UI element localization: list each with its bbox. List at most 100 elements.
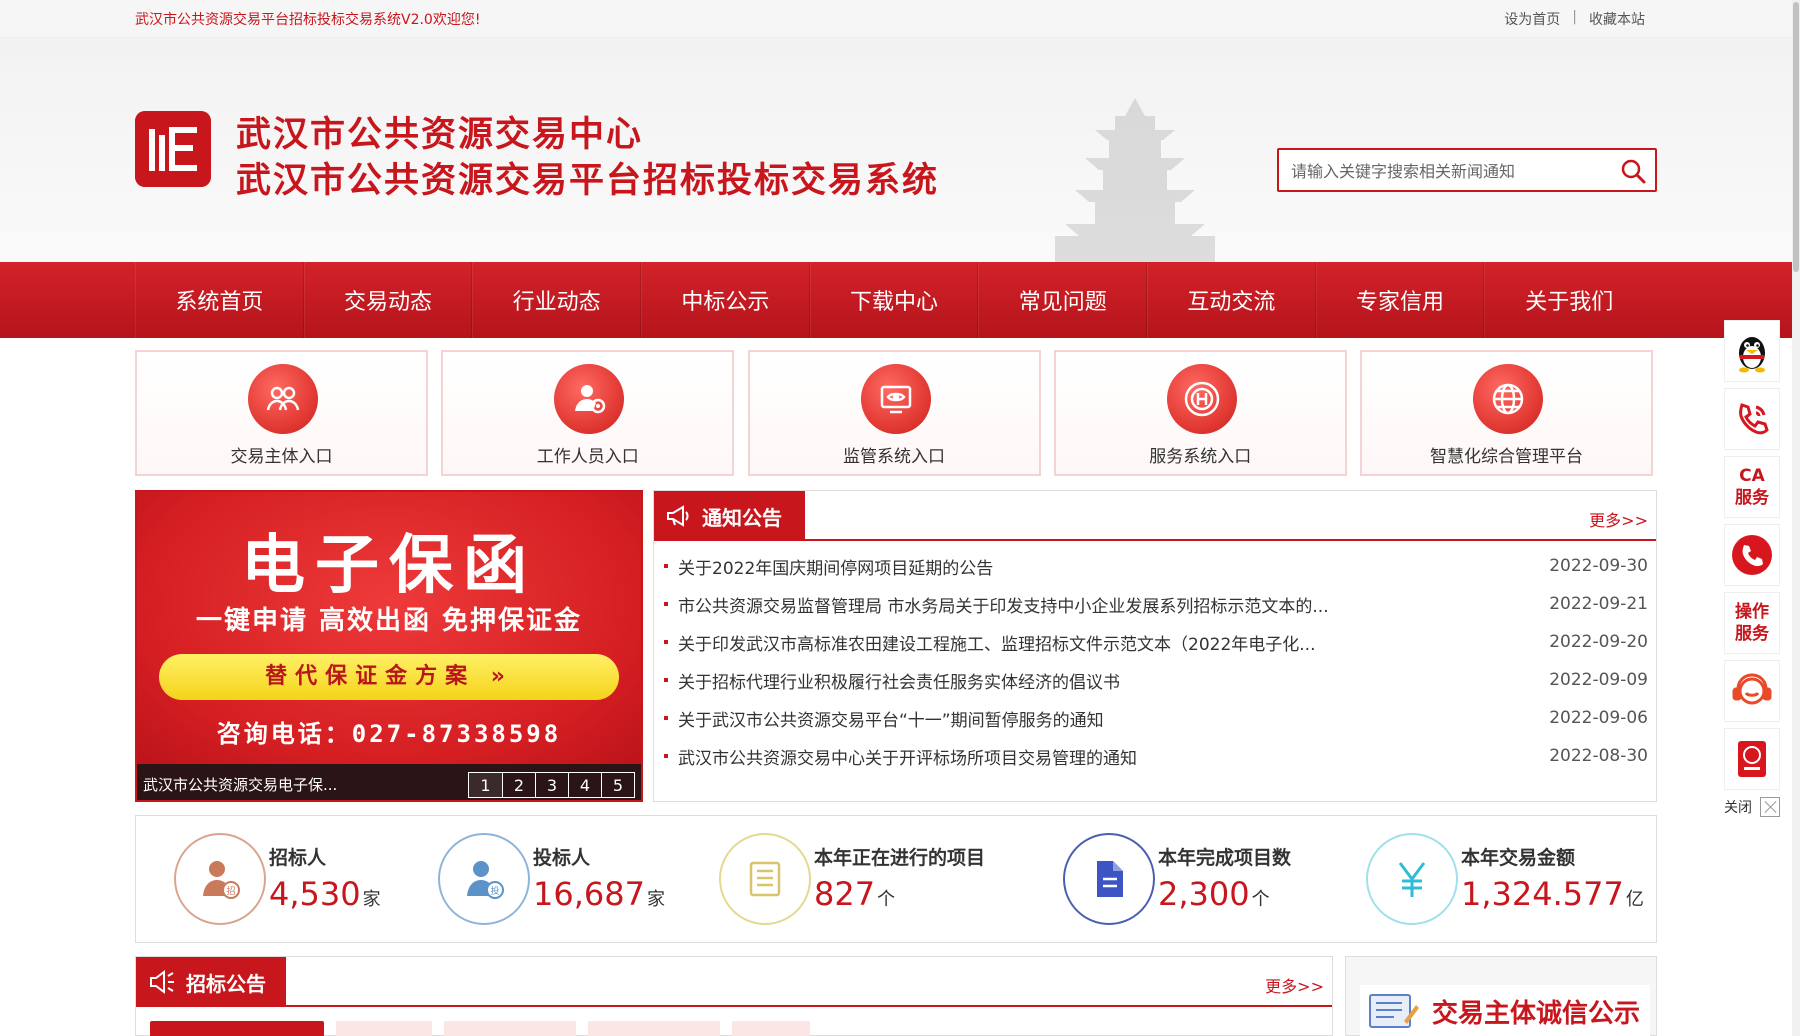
- search-icon[interactable]: [1619, 157, 1647, 185]
- nav-item-about[interactable]: 关于我们: [1484, 262, 1653, 338]
- bidding-subtab[interactable]: [732, 1021, 810, 1036]
- pager-button-2[interactable]: 2: [502, 773, 535, 797]
- stat-value-wrap: 1,324.577 亿: [1461, 875, 1644, 913]
- notice-date: 2022-09-06: [1549, 708, 1648, 728]
- banner-phone: 咨询电话：027-87338598: [216, 720, 562, 748]
- notice-tab[interactable]: 通知公告: [654, 491, 805, 541]
- nav-item-downloads[interactable]: 下载中心: [809, 262, 979, 338]
- stat-value: 827: [814, 875, 876, 913]
- file-icon: [1063, 833, 1155, 925]
- bidder-icon: 投: [438, 833, 530, 925]
- svg-text:招: 招: [226, 885, 235, 897]
- nav-item-faq[interactable]: 常见问题: [978, 262, 1148, 338]
- nav-item-industry-news[interactable]: 行业动态: [472, 262, 642, 338]
- notice-more-link[interactable]: 更多>>: [1589, 507, 1648, 531]
- list-item[interactable]: 关于招标代理行业积极履行社会责任服务实体经济的倡议书 2022-09-09: [664, 661, 1648, 699]
- stat-value-wrap: 827 个: [814, 875, 895, 913]
- stats-panel: 招 招标人 4,530 家 投 投标人 16,687 家 本年正在进行的项目 827…: [135, 815, 1657, 943]
- bidding-subtab[interactable]: [588, 1021, 720, 1036]
- pager-button-5[interactable]: 5: [601, 773, 634, 797]
- ca-service-button[interactable]: CA服务: [1724, 456, 1780, 518]
- site-title-line2: 武汉市公共资源交易平台招标投标交易系统: [236, 160, 940, 201]
- bullet: [664, 640, 668, 644]
- notice-text: 关于2022年国庆期间停网项目延期的公告: [678, 558, 994, 579]
- bullet: [664, 716, 668, 720]
- entry-tiles: 交易主体入口 工作人员入口 监管系统入口 服务系统入口 智慧化综合管理平台: [135, 350, 1653, 478]
- list-item[interactable]: 武汉市公共资源交易中心关于开评标场所项目交易管理的通知 2022-08-30: [664, 737, 1648, 775]
- bidding-subtab-active[interactable]: [150, 1021, 324, 1036]
- list-item[interactable]: 关于武汉市公共资源交易平台“十一”期间暂停服务的通知 2022-09-06: [664, 699, 1648, 737]
- banner-carousel[interactable]: 电子保函 一键申请 高效出函 免押保证金 替代保证金方案 » 咨询电话：027-…: [135, 490, 643, 802]
- top-links: 设为首页 | 收藏本站: [1504, 9, 1645, 29]
- banner-caption-bar: 武汉市公共资源交易电子保... 1 2 3 4 5: [137, 764, 641, 800]
- banner-title: 电子保函: [241, 528, 537, 603]
- bidding-header: 招标公告 更多>>: [136, 957, 1332, 1007]
- stat-label: 本年正在进行的项目: [814, 847, 986, 869]
- stat-value: 16,687: [533, 875, 645, 913]
- credit-panel[interactable]: 交易主体诚信公示: [1345, 956, 1657, 1036]
- entry-trade-subject[interactable]: 交易主体入口: [135, 350, 428, 476]
- pager-button-3[interactable]: 3: [535, 773, 568, 797]
- notice-text: 市公共资源交易监督管理局 市水务局关于印发支持中小企业发展系列招标示范文本的..…: [678, 596, 1329, 617]
- bookmark-link[interactable]: 收藏本站: [1589, 9, 1645, 29]
- stat-unit: 亿: [1625, 889, 1644, 910]
- yen-icon: [1366, 833, 1458, 925]
- site-logo: [135, 111, 211, 187]
- close-icon: [1760, 797, 1780, 817]
- stat-unit: 家: [362, 889, 381, 910]
- entry-staff[interactable]: 工作人员入口: [441, 350, 735, 476]
- banner-pager: 1 2 3 4 5: [468, 772, 635, 798]
- nav-item-award-notice[interactable]: 中标公示: [641, 262, 810, 338]
- search-input[interactable]: [1291, 159, 1591, 183]
- notice-title: 通知公告: [702, 505, 782, 530]
- stat-value-wrap: 16,687 家: [533, 875, 665, 913]
- list-item[interactable]: 市公共资源交易监督管理局 市水务局关于印发支持中小企业发展系列招标示范文本的..…: [664, 585, 1648, 623]
- stat-label: 投标人: [533, 847, 591, 869]
- hotline-phone-icon: [1732, 535, 1772, 575]
- nav-item-home[interactable]: 系统首页: [135, 262, 304, 338]
- bidding-subtab[interactable]: [444, 1021, 576, 1036]
- stat-value: 1,324.577: [1461, 875, 1624, 913]
- pager-button-1[interactable]: 1: [469, 773, 502, 797]
- stat-label: 招标人: [269, 847, 327, 869]
- notice-date: 2022-09-30: [1549, 556, 1648, 576]
- set-home-link[interactable]: 设为首页: [1504, 9, 1560, 29]
- svg-text:投: 投: [490, 885, 499, 897]
- customer-service-button[interactable]: [1724, 660, 1780, 722]
- users-icon: [248, 364, 318, 434]
- nav-item-interaction[interactable]: 互动交流: [1147, 262, 1316, 338]
- banner-subtitle: 一键申请 高效出函 免押保证金: [195, 606, 583, 636]
- entry-supervision[interactable]: 监管系统入口: [747, 350, 1041, 476]
- list-item[interactable]: 关于2022年国庆期间停网项目延期的公告 2022-09-30: [664, 547, 1648, 585]
- bidding-title: 招标公告: [186, 971, 266, 996]
- qq-service-button[interactable]: [1724, 320, 1780, 382]
- banner-caption: 武汉市公共资源交易电子保...: [143, 776, 338, 794]
- entry-service[interactable]: 服务系统入口: [1053, 350, 1347, 476]
- notice-date: 2022-09-09: [1549, 670, 1648, 690]
- nav-item-expert-credit[interactable]: 专家信用: [1315, 262, 1485, 338]
- entry-label: 工作人员入口: [536, 447, 639, 467]
- operation-service-button[interactable]: 操作服务: [1724, 592, 1780, 654]
- float-close-button[interactable]: 关闭: [1724, 796, 1780, 818]
- bidding-tab[interactable]: 招标公告: [136, 957, 286, 1007]
- manual-button[interactable]: [1724, 728, 1780, 790]
- nav-item-trade-news[interactable]: 交易动态: [303, 262, 473, 338]
- phone-service-button[interactable]: [1724, 388, 1780, 450]
- notice-text: 关于招标代理行业积极履行社会责任服务实体经济的倡议书: [678, 672, 1120, 693]
- pager-button-4[interactable]: 4: [568, 773, 601, 797]
- list-item[interactable]: 关于印发武汉市高标准农田建设工程施工、监理招标文件示范文本（2022年电子化..…: [664, 623, 1648, 661]
- search-box: [1277, 148, 1657, 192]
- banner-pill: 替代保证金方案 »: [159, 654, 619, 700]
- page-scrollbar[interactable]: [1792, 0, 1800, 1036]
- scrollbar-thumb[interactable]: [1793, 2, 1799, 272]
- credit-board-icon: [1369, 994, 1419, 1028]
- stat-value: 2,300: [1158, 875, 1250, 913]
- stat-unit: 个: [1251, 889, 1270, 910]
- bidding-panel: 招标公告 更多>>: [135, 956, 1333, 1036]
- stat-unit: 个: [877, 889, 896, 910]
- bidding-subtab[interactable]: [336, 1021, 432, 1036]
- entry-smart-platform[interactable]: 智慧化综合管理平台: [1360, 350, 1653, 476]
- hotline-button[interactable]: [1724, 524, 1780, 586]
- notice-date: 2022-08-30: [1549, 746, 1648, 766]
- bidding-more-link[interactable]: 更多>>: [1265, 973, 1324, 997]
